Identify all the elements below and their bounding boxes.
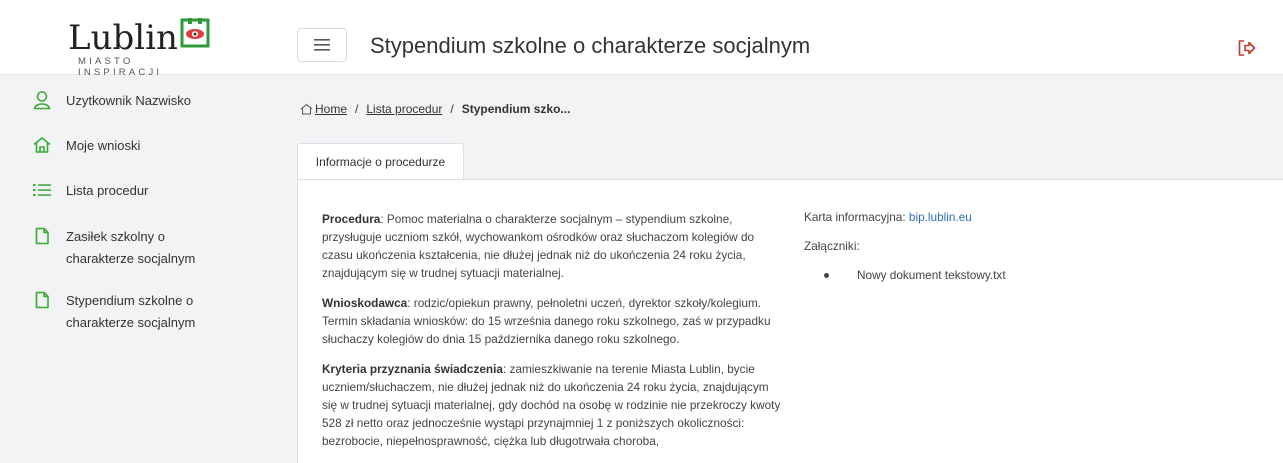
- home-icon[interactable]: [300, 103, 313, 115]
- karta-informacyjna: Karta informacyjna: bip.lublin.eu: [804, 210, 1006, 224]
- procedura-label: Procedura: [322, 212, 381, 226]
- bip-link[interactable]: bip.lublin.eu: [909, 210, 972, 224]
- breadcrumb-home-link[interactable]: Home: [315, 102, 347, 116]
- top-header: Stypendium szkolne o charakterze socjaln…: [266, 8, 1283, 75]
- top-strip: [0, 0, 1283, 8]
- sidebar-item-moje-wnioski[interactable]: Moje wnioski: [0, 130, 266, 162]
- tab-informacje-o-procedurze[interactable]: Informacje o procedurze: [297, 143, 464, 180]
- sidebar-item-label: Stypendium szkolne o charakterze socjaln…: [66, 293, 196, 330]
- sidebar-item-label: Lista procedur: [66, 183, 149, 198]
- procedure-sidebar-info: Karta informacyjna: bip.lublin.eu Załącz…: [804, 210, 1006, 282]
- breadcrumb-current: Stypendium szko...: [461, 102, 571, 116]
- procedure-description: Procedura: Pomoc materialna o charakterz…: [322, 210, 782, 462]
- breadcrumb-separator: /: [450, 102, 454, 116]
- bullet-icon: [824, 272, 829, 278]
- breadcrumb-list-link[interactable]: Lista procedur: [366, 102, 442, 116]
- procedure-panel: Procedura: Pomoc materialna o charakterz…: [297, 179, 1283, 463]
- wnioskodawca-label: Wnioskodawca: [322, 296, 408, 310]
- sidebar-item-stypendium-szkolne[interactable]: Stypendium szkolne o charakterze socjaln…: [0, 285, 266, 339]
- sidebar: Lublin MIASTO INSPIRACJI Uzytkownik Nazw…: [0, 8, 266, 463]
- sidebar-item-user[interactable]: Uzytkownik Nazwisko: [0, 85, 266, 117]
- logo-area: Lublin MIASTO INSPIRACJI: [0, 8, 266, 78]
- karta-label: Karta informacyjna:: [804, 210, 909, 224]
- attachments-list: Nowy dokument tekstowy.txt: [804, 268, 1006, 282]
- breadcrumb: Home / Lista procedur / Stypendium szko.…: [300, 102, 570, 116]
- attachment-item[interactable]: Nowy dokument tekstowy.txt: [824, 268, 1006, 282]
- page-title: Stypendium szkolne o charakterze socjaln…: [370, 33, 811, 58]
- logo-emblem-icon: [180, 18, 210, 48]
- zalaczniki-label: Załączniki:: [804, 239, 860, 253]
- breadcrumb-separator: /: [355, 102, 359, 116]
- list-icon: [33, 184, 51, 196]
- document-icon: [35, 291, 49, 309]
- wnioskodawca-paragraph: Wnioskodawca: rodzic/opiekun prawny, peł…: [322, 294, 782, 348]
- city-logo[interactable]: Lublin MIASTO INSPIRACJI: [48, 12, 218, 78]
- sidebar-item-label: Uzytkownik Nazwisko: [66, 93, 191, 108]
- sidebar-item-label: Moje wnioski: [66, 138, 141, 153]
- menu-toggle-button[interactable]: [297, 28, 347, 62]
- procedura-text: : Pomoc materialna o charakterze socjaln…: [322, 212, 755, 280]
- logo-wordmark: Lublin: [68, 18, 178, 58]
- main-content: Home / Lista procedur / Stypendium szko.…: [266, 75, 1283, 463]
- logout-icon[interactable]: [1236, 38, 1256, 58]
- hamburger-icon: [314, 39, 330, 51]
- sidebar-item-lista-procedur[interactable]: Lista procedur: [0, 175, 266, 207]
- sidebar-item-label: Zasiłek szkolny o charakterze socjalnym: [66, 229, 196, 266]
- attachment-name: Nowy dokument tekstowy.txt: [857, 268, 1006, 282]
- document-icon: [35, 227, 49, 245]
- home-icon: [33, 137, 51, 153]
- user-icon: [33, 91, 51, 110]
- kryteria-paragraph: Kryteria przyznania świadczenia: zamiesz…: [322, 360, 782, 450]
- procedura-paragraph: Procedura: Pomoc materialna o charakterz…: [322, 210, 782, 282]
- kryteria-label: Kryteria przyznania świadczenia: [322, 362, 503, 376]
- logo-subtitle: MIASTO INSPIRACJI: [78, 56, 163, 78]
- sidebar-nav: Uzytkownik Nazwisko Moje wnioski Lista p…: [0, 75, 266, 339]
- sidebar-item-zasilek-szkolny[interactable]: Zasiłek szkolny o charakterze socjalnym: [0, 221, 266, 275]
